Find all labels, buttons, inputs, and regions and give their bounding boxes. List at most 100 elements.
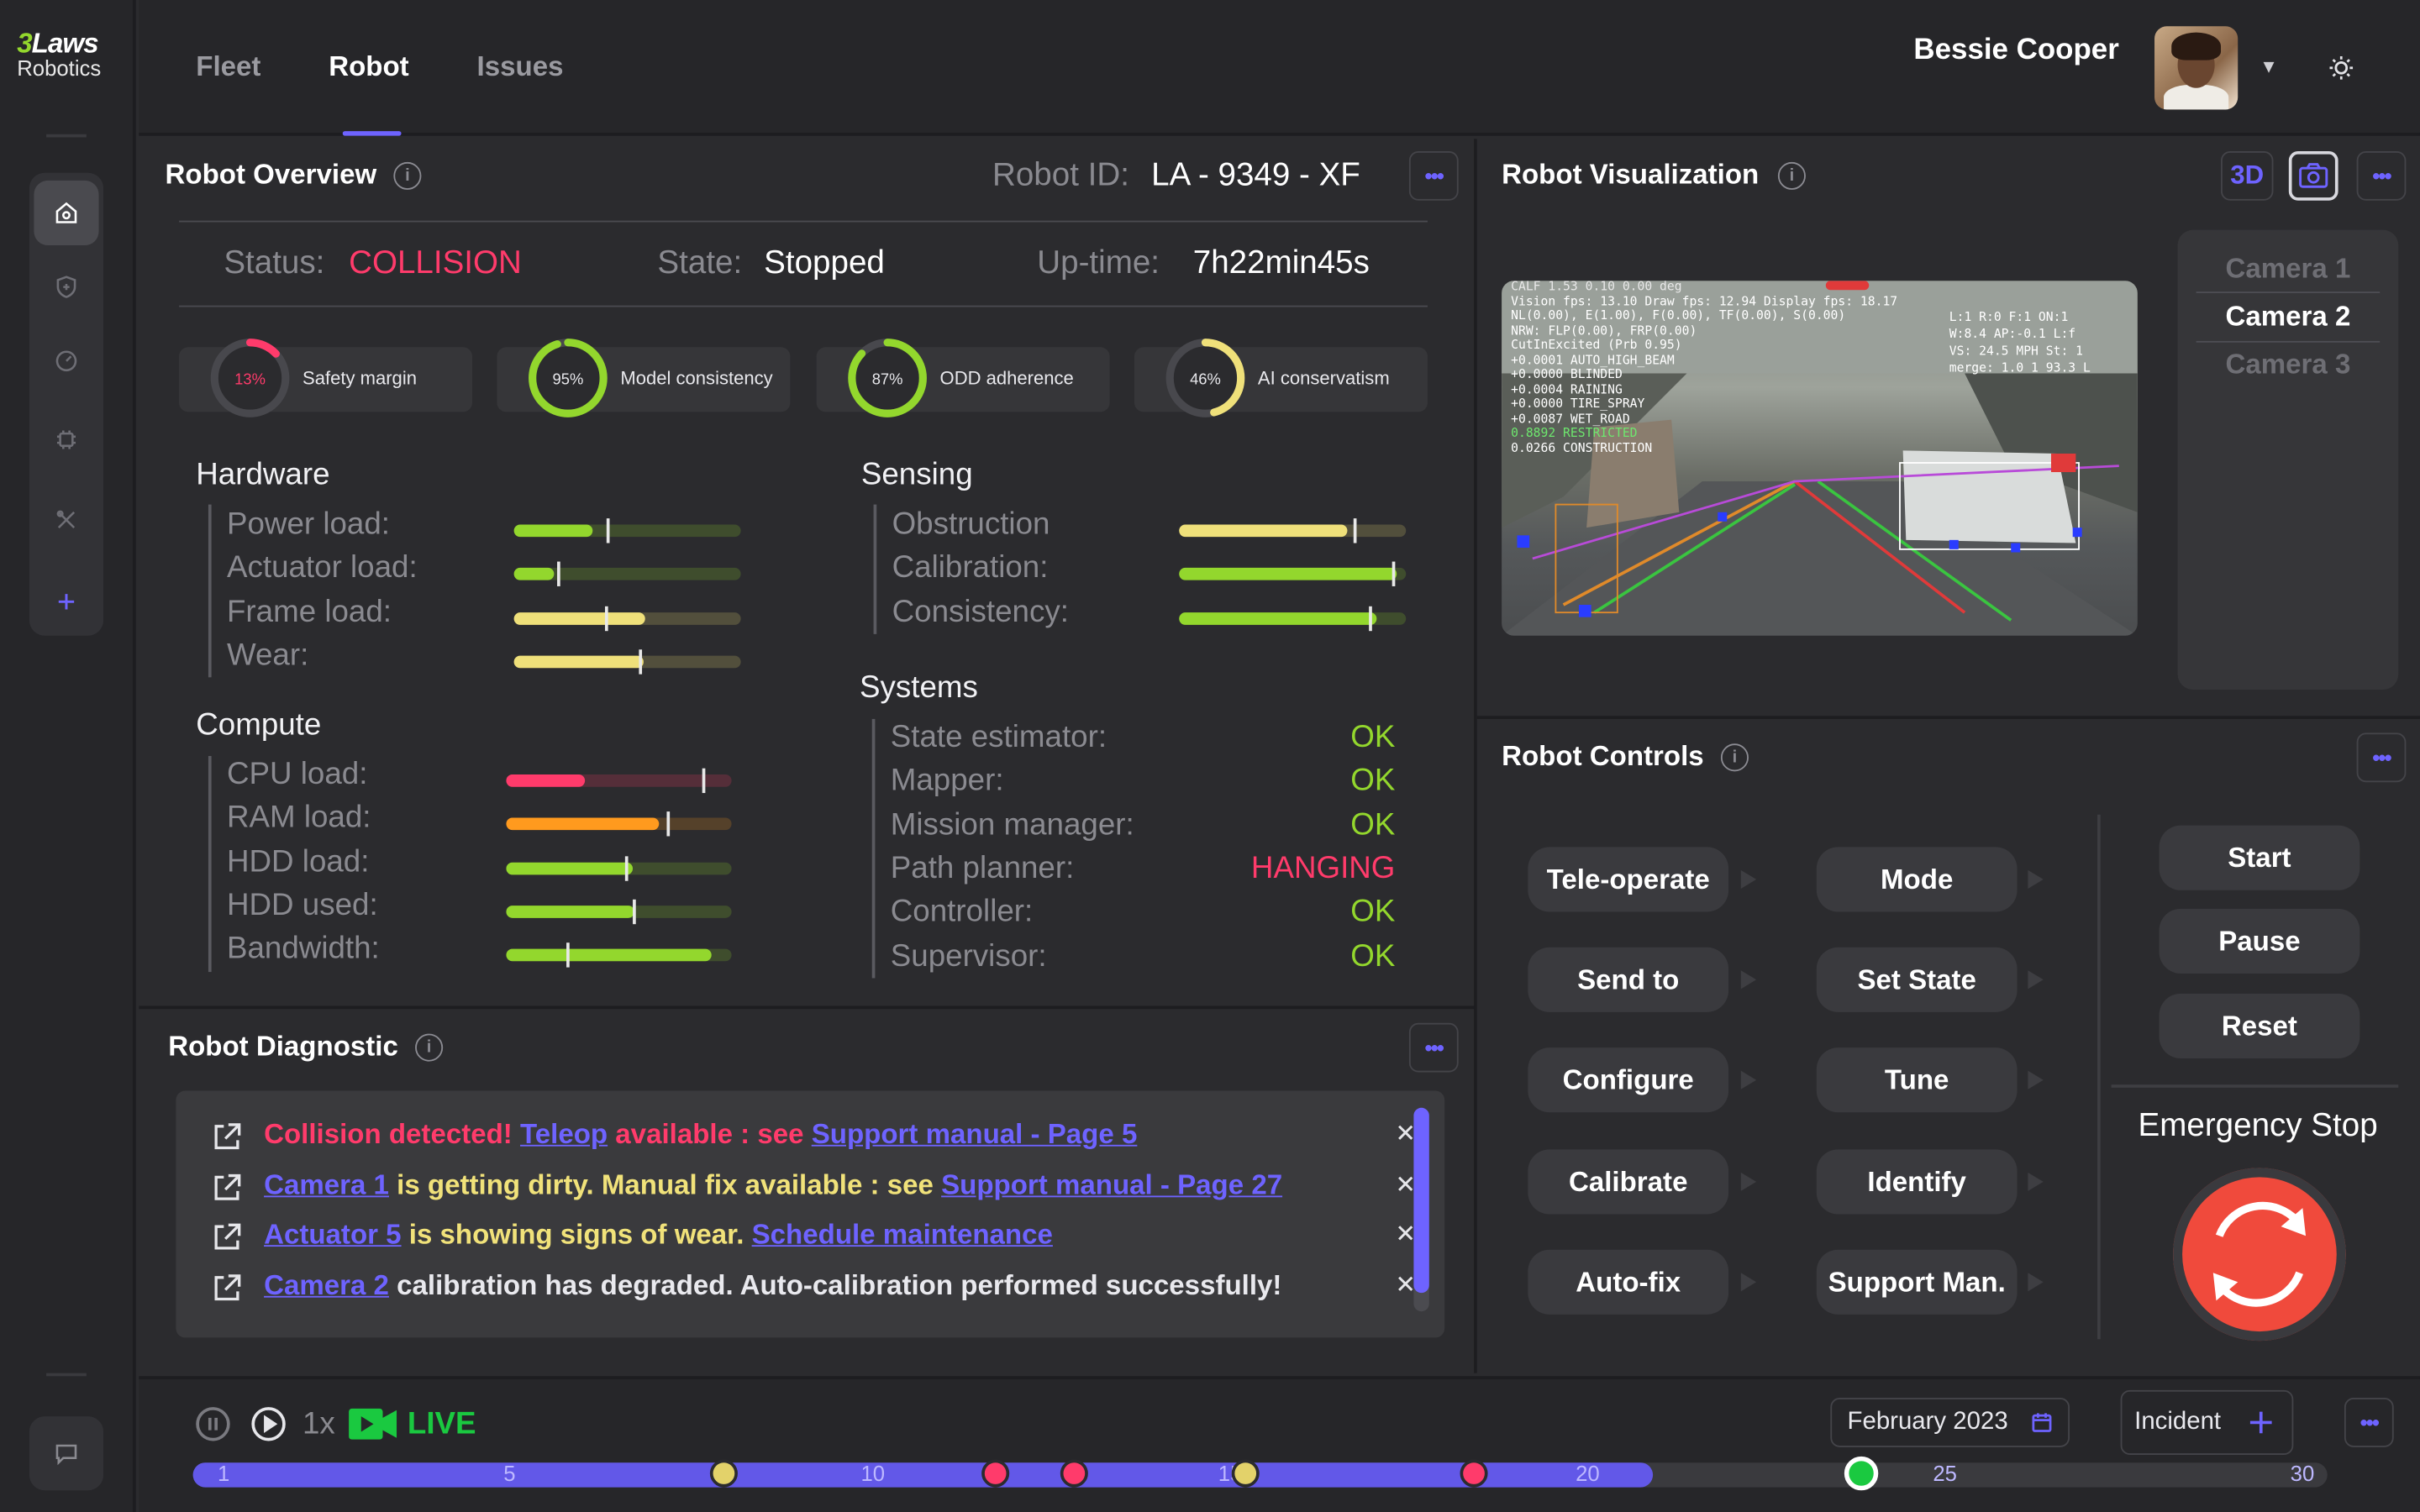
diagnostic-text: Actuator 5 is showing signs of wear. Sch… [264, 1220, 1053, 1252]
tab-fleet[interactable]: Fleet [196, 51, 260, 84]
diagnostic-link[interactable]: Teleop [520, 1119, 608, 1150]
live-indicator[interactable]: LIVE [408, 1407, 476, 1442]
camera-option-3[interactable]: Camera 3 [2178, 349, 2399, 381]
divider-line [2196, 291, 2381, 293]
chip-icon[interactable] [34, 407, 98, 472]
visualization-title: Robot Visualization [1502, 159, 1760, 190]
diagnostic-more-button[interactable]: ••• [1408, 1022, 1459, 1073]
diagnostic-link[interactable]: Camera 2 [264, 1270, 389, 1301]
date-picker[interactable]: February 2023 [1830, 1398, 2070, 1447]
metric-bar [1179, 606, 1407, 631]
visualization-more-button[interactable]: ••• [2356, 150, 2407, 201]
info-icon[interactable]: i [1720, 743, 1749, 772]
add-icon[interactable] [34, 570, 98, 634]
tab-issues[interactable]: Issues [477, 51, 564, 84]
diagnostic-link[interactable]: Actuator 5 [264, 1220, 401, 1251]
pause-button[interactable]: Pause [2159, 908, 2360, 974]
tab-robot[interactable]: Robot [329, 51, 408, 84]
diagnostic-link[interactable]: Support manual - Page 5 [812, 1119, 1138, 1150]
gauge-label: Model consistency [620, 367, 773, 389]
sensing-title: Sensing [860, 458, 973, 492]
start-button[interactable]: Start [2159, 825, 2360, 890]
diagnostic-scrollbar[interactable] [1413, 1107, 1429, 1312]
external-link-icon[interactable] [210, 1120, 244, 1153]
metric-bar-marker [702, 768, 706, 794]
avatar[interactable] [2154, 26, 2238, 110]
external-link-icon[interactable] [210, 1170, 244, 1204]
camera-feed[interactable]: CALF 1.53 0.10 0.00 deg Vision fps: 13.10… [1502, 281, 2138, 636]
status-label: Status: [224, 245, 325, 281]
info-icon[interactable]: i [393, 161, 422, 190]
diagnostic-link[interactable]: Support manual - Page 27 [941, 1169, 1282, 1200]
diagnostic-text: Camera 1 is getting dirty. Manual fix av… [264, 1169, 1282, 1202]
home-robot-icon[interactable] [34, 180, 99, 246]
timeline-tick-label: 1 [217, 1461, 230, 1486]
camera-overlay-line: W:8.4 AP:-0.1 L:f [1949, 327, 2076, 341]
controls-more-button[interactable]: ••• [2356, 732, 2407, 783]
gauge-icon[interactable] [34, 328, 98, 393]
vertical-divider [1474, 139, 1477, 1373]
control-button[interactable]: Identify [1816, 1149, 2018, 1215]
camera-option-1[interactable]: Camera 1 [2178, 253, 2399, 286]
close-icon[interactable]: ✕ [1395, 1119, 1416, 1150]
timeline-event-marker[interactable] [1060, 1459, 1089, 1488]
diagnostic-message: Camera 2 calibration has degraded. Auto-… [210, 1270, 1429, 1316]
pause-icon[interactable] [194, 1405, 231, 1450]
overview-more-button[interactable]: ••• [1408, 150, 1459, 201]
control-button[interactable]: Configure [1528, 1047, 1729, 1113]
gauge-card: 87% ODD adherence [816, 339, 1110, 417]
external-link-icon[interactable] [210, 1221, 244, 1255]
sun-icon[interactable] [2328, 54, 2355, 89]
external-link-icon[interactable] [210, 1272, 244, 1305]
close-icon[interactable]: ✕ [1395, 1270, 1416, 1301]
incident-dropdown[interactable]: Incident [2120, 1389, 2294, 1456]
camera-overlay-line: L:1 R:0 F:1 ON:1 [1949, 310, 2069, 324]
metric-bar [513, 649, 741, 675]
chat-icon[interactable] [29, 1416, 104, 1491]
system-label: Mapper: [890, 764, 1004, 799]
timeline-tick-label: 25 [1933, 1461, 1957, 1486]
close-icon[interactable]: ✕ [1395, 1169, 1416, 1200]
play-icon[interactable] [250, 1405, 287, 1450]
emergency-stop-button[interactable] [2173, 1168, 2346, 1341]
system-status: OK [1350, 895, 1396, 930]
control-button[interactable]: Calibrate [1528, 1149, 1729, 1215]
control-button[interactable]: Send to [1528, 947, 1729, 1012]
system-status: OK [1350, 938, 1396, 974]
control-button[interactable]: Auto-fix [1528, 1249, 1729, 1315]
metric-bar-marker [604, 606, 608, 631]
speed-label[interactable]: 1x [302, 1407, 335, 1442]
control-button[interactable]: Support Man. [1816, 1249, 2018, 1315]
gauge-ring: 13% [210, 339, 290, 417]
gauge-label: Safety margin [302, 367, 417, 389]
brand-logo[interactable]: 3Laws Robotics [17, 29, 101, 81]
diagnostic-link[interactable]: Schedule maintenance [752, 1220, 1053, 1251]
control-button[interactable]: Tune [1816, 1047, 2018, 1113]
robot-id-value: LA - 9349 - XF [1151, 157, 1360, 193]
sidebar-divider [46, 1373, 87, 1377]
control-button[interactable]: Mode [1816, 847, 2018, 912]
diagnostic-title: Robot Diagnostic [168, 1030, 398, 1062]
reset-button[interactable]: Reset [2159, 993, 2360, 1058]
view-3d-button[interactable]: 3D [2221, 150, 2274, 201]
timeline-event-marker[interactable] [981, 1459, 1010, 1488]
timeline-event-marker[interactable] [1843, 1456, 1878, 1491]
gauge-card: 13% Safety margin [179, 339, 473, 417]
chevron-down-icon[interactable]: ▼ [2260, 55, 2278, 77]
state-label: State: [657, 245, 743, 281]
camera-option-2[interactable]: Camera 2 [2178, 301, 2399, 333]
system-label: Mission manager: [890, 807, 1134, 843]
gauge-ring: 87% [848, 339, 927, 417]
diagnostic-link[interactable]: Camera 1 [264, 1169, 389, 1200]
info-icon[interactable]: i [1777, 161, 1806, 190]
control-button[interactable]: Set State [1816, 947, 2018, 1012]
timeline-more-button[interactable]: ••• [2344, 1398, 2394, 1447]
info-icon[interactable]: i [415, 1033, 444, 1062]
close-icon[interactable]: ✕ [1395, 1220, 1416, 1251]
shield-icon[interactable] [34, 255, 98, 319]
camera-view-icon[interactable] [2288, 150, 2338, 201]
user-name[interactable]: Bessie Cooper [1913, 34, 2118, 67]
control-button[interactable]: Tele-operate [1528, 847, 1729, 912]
metric-bar-marker [1392, 562, 1396, 587]
tools-icon[interactable] [34, 487, 98, 552]
